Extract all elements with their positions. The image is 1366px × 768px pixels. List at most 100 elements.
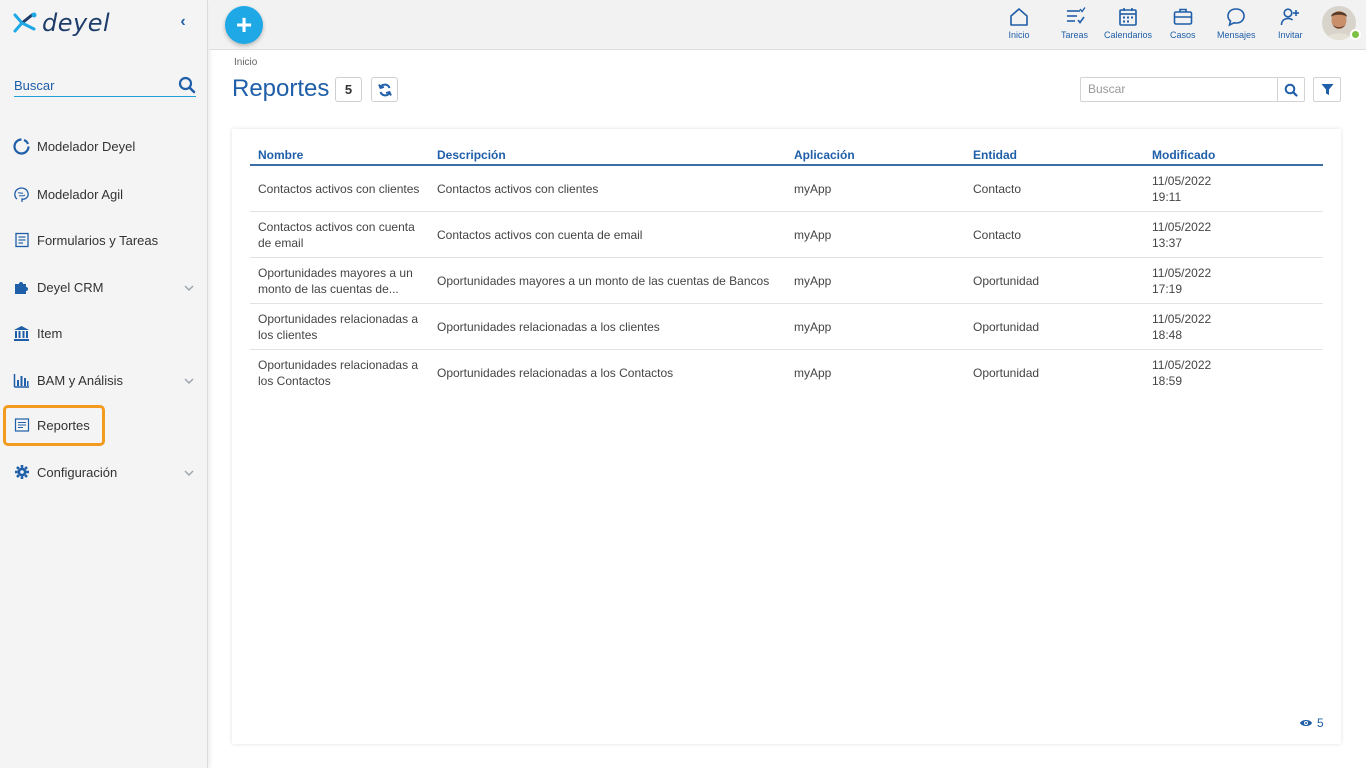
cell-descripcion: Contactos activos con cuenta de email bbox=[429, 211, 786, 258]
modified-date: 11/05/2022 bbox=[1152, 174, 1212, 188]
sidebar-item-label: Deyel CRM bbox=[37, 279, 104, 295]
cell-modificado: 11/05/2022 18:59 bbox=[1144, 350, 1323, 396]
topbar-casos[interactable]: Casos bbox=[1170, 6, 1196, 40]
invite-user-icon bbox=[1280, 8, 1300, 26]
cell-nombre: Oportunidades relacionadas a los cliente… bbox=[250, 303, 429, 350]
deyel-logo[interactable]: deyel bbox=[12, 8, 110, 38]
cell-modificado: 11/05/2022 13:37 bbox=[1144, 211, 1323, 258]
gear-icon bbox=[13, 464, 30, 481]
puzzle-icon bbox=[13, 279, 30, 296]
visible-count: 5 bbox=[1299, 716, 1324, 730]
bank-icon bbox=[13, 325, 30, 342]
home-icon bbox=[1010, 8, 1028, 26]
cell-aplicacion: myApp bbox=[786, 211, 965, 258]
breadcrumb[interactable]: Inicio bbox=[234, 57, 257, 68]
reports-table: Nombre Descripción Aplicación Entidad Mo… bbox=[250, 145, 1323, 395]
table-row[interactable]: Oportunidades relacionadas a los cliente… bbox=[250, 303, 1323, 350]
sidebar-item-label: Modelador Agil bbox=[37, 186, 123, 202]
cell-aplicacion: myApp bbox=[794, 366, 832, 380]
sidebar-item-deyel-crm[interactable]: Deyel CRM bbox=[0, 265, 208, 309]
cell-entidad: Oportunidad bbox=[965, 257, 1144, 304]
topbar-inicio[interactable]: Inicio bbox=[1008, 6, 1030, 40]
table-row[interactable]: Contactos activos con cuenta de email Co… bbox=[250, 211, 1323, 258]
modified-time: 13:37 bbox=[1152, 236, 1183, 250]
topbar-mensajes[interactable]: Mensajes bbox=[1217, 6, 1256, 40]
visible-count-value: 5 bbox=[1317, 716, 1324, 730]
modified-time: 18:59 bbox=[1152, 374, 1183, 388]
column-header-nombre[interactable]: Nombre bbox=[250, 145, 429, 166]
cell-descripcion: Oportunidades relacionadas a los cliente… bbox=[429, 303, 786, 350]
cell-descripcion: Contactos activos con clientes bbox=[429, 165, 786, 212]
logo-mark-icon bbox=[13, 12, 37, 33]
table-header-row: Nombre Descripción Aplicación Entidad Mo… bbox=[250, 145, 1323, 166]
search-icon bbox=[1284, 83, 1298, 97]
topbar-calendarios[interactable]: Calendarios bbox=[1104, 6, 1152, 40]
sidebar-search[interactable]: Buscar bbox=[14, 74, 196, 97]
sidebar-item-configuracion[interactable]: Configuración bbox=[0, 450, 208, 494]
cell-descripcion: Oportunidades mayores a un monto de las … bbox=[429, 257, 786, 304]
circle-notch-icon bbox=[13, 137, 30, 155]
sidebar-item-label: Modelador Deyel bbox=[37, 138, 136, 154]
cell-entidad: Oportunidad bbox=[965, 303, 1144, 350]
online-status-indicator bbox=[1350, 29, 1361, 40]
filter-button[interactable] bbox=[1313, 77, 1341, 102]
sidebar-search-input[interactable]: Buscar bbox=[14, 78, 54, 93]
cell-modificado: 11/05/2022 18:48 bbox=[1144, 303, 1323, 350]
topbar-label: Calendarios bbox=[1104, 30, 1153, 40]
message-icon bbox=[1227, 8, 1246, 27]
page-title: Reportes bbox=[232, 75, 330, 102]
table-row[interactable]: Contactos activos con clientes Contactos… bbox=[250, 165, 1323, 212]
chevron-down-icon[interactable] bbox=[183, 466, 195, 478]
search-button[interactable] bbox=[1277, 77, 1305, 102]
search-input[interactable]: Buscar bbox=[1080, 77, 1278, 102]
cell-nombre: Contactos activos con cuenta de email bbox=[250, 211, 429, 258]
column-header-aplicacion[interactable]: Aplicación bbox=[786, 145, 965, 166]
sidebar-item-item[interactable]: Item bbox=[0, 311, 208, 355]
topbar-label: Tareas bbox=[1061, 30, 1089, 40]
column-header-descripcion[interactable]: Descripción bbox=[429, 145, 786, 166]
refresh-button[interactable] bbox=[371, 77, 398, 102]
refresh-icon bbox=[377, 83, 392, 96]
cell-descripcion: Oportunidades relacionadas a los Contact… bbox=[437, 366, 674, 380]
form-icon bbox=[13, 232, 30, 249]
topbar-tareas[interactable]: Tareas bbox=[1061, 6, 1088, 40]
search-icon[interactable] bbox=[178, 76, 196, 94]
sidebar-item-bam-y-analisis[interactable]: BAM y Análisis bbox=[0, 358, 208, 402]
topbar-label: Invitar bbox=[1278, 30, 1303, 40]
bar-chart-icon bbox=[13, 372, 30, 389]
table-row[interactable]: Oportunidades mayores a un monto de las … bbox=[250, 257, 1323, 304]
modified-date: 11/05/2022 bbox=[1152, 358, 1212, 372]
add-button[interactable]: + bbox=[225, 6, 263, 44]
cell-nombre: Oportunidades relacionadas a los Contact… bbox=[258, 358, 419, 388]
sidebar-item-label: Item bbox=[37, 325, 63, 341]
modified-date: 11/05/2022 bbox=[1152, 266, 1212, 280]
chevron-down-icon[interactable] bbox=[183, 281, 195, 293]
sidebar-item-label: Formularios y Tareas bbox=[37, 232, 159, 248]
logo-text: deyel bbox=[42, 9, 111, 37]
cell-entidad: Contacto bbox=[965, 165, 1144, 212]
column-header-modificado[interactable]: Modificado bbox=[1144, 145, 1323, 166]
sidebar-item-formularios-y-tareas[interactable]: Formularios y Tareas bbox=[0, 218, 208, 262]
topbar-label: Casos bbox=[1170, 30, 1196, 40]
top-bar: + Inicio Tareas Calendarios Casos Mensaj… bbox=[209, 0, 1366, 50]
topbar-invitar[interactable]: Invitar bbox=[1278, 6, 1303, 40]
brain-icon bbox=[13, 186, 30, 203]
sidebar-item-modelador-deyel[interactable]: Modelador Deyel bbox=[0, 124, 208, 168]
collapse-sidebar-chevron-left-icon[interactable]: ‹ bbox=[176, 14, 190, 30]
cell-aplicacion: myApp bbox=[786, 303, 965, 350]
sidebar-item-label: Configuración bbox=[37, 464, 118, 480]
modified-date: 11/05/2022 bbox=[1152, 220, 1212, 234]
filter-icon bbox=[1321, 84, 1333, 95]
cell-aplicacion: myApp bbox=[786, 165, 965, 212]
cell-modificado: 11/05/2022 17:19 bbox=[1144, 257, 1323, 304]
topbar-label: Mensajes bbox=[1217, 30, 1256, 40]
sidebar-item-modelador-agil[interactable]: Modelador Agil bbox=[0, 172, 208, 216]
active-item-highlight bbox=[3, 405, 105, 446]
cell-nombre: Contactos activos con clientes bbox=[250, 165, 429, 212]
count-badge: 5 bbox=[335, 77, 362, 102]
column-header-entidad[interactable]: Entidad bbox=[965, 145, 1144, 166]
topbar-label: Inicio bbox=[1008, 30, 1030, 40]
briefcase-icon bbox=[1173, 8, 1193, 25]
chevron-down-icon[interactable] bbox=[183, 374, 195, 386]
table-row[interactable]: Oportunidades relacionadas a los Contact… bbox=[250, 350, 1323, 396]
